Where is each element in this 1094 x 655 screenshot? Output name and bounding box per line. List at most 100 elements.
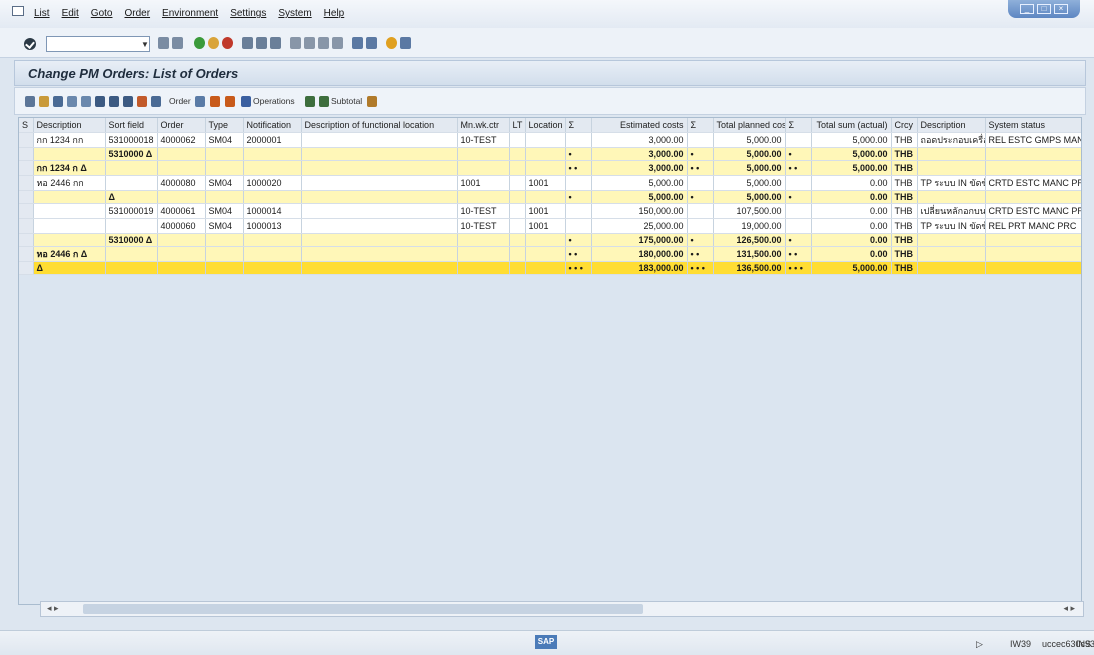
close-icon[interactable]: × (1054, 4, 1068, 14)
last-page-icon[interactable] (332, 37, 343, 49)
find-icon[interactable] (256, 37, 267, 49)
table-cell: REL ESTC GMPS MANC PRC (985, 132, 1081, 148)
enter-icon[interactable] (24, 38, 36, 50)
first-page-icon[interactable] (290, 37, 301, 49)
scrollbar-thumb[interactable] (83, 604, 643, 614)
menu-help[interactable]: Help (324, 8, 345, 19)
table-cell (687, 203, 714, 219)
subtotal-row[interactable]: 5310000 Δ • 175,000.00 • 126,500.00 • 0.00 THB (19, 233, 1081, 247)
order-button[interactable]: Order (169, 95, 191, 108)
scroll-left-icon[interactable]: ◂ ▸ (47, 603, 59, 614)
details-icon[interactable] (25, 96, 35, 107)
table-cell: 1001 (457, 175, 510, 191)
column-header[interactable]: Order (157, 118, 206, 133)
back-icon[interactable] (194, 37, 205, 49)
operations-icon[interactable] (241, 96, 251, 107)
sum-icon[interactable] (137, 96, 147, 107)
layout-menu-icon[interactable] (400, 37, 411, 49)
column-header[interactable]: Description (917, 118, 986, 133)
column-header[interactable]: LT (509, 118, 526, 133)
table-cell: 5310000 Δ (105, 233, 158, 247)
column-header[interactable]: Σ (565, 118, 592, 133)
menu-environment[interactable]: Environment (162, 8, 218, 19)
subtotal-row[interactable]: กก 1234 ก Δ • • 3,000.00 • • 5,000.00 • • 5,00… (19, 160, 1081, 176)
subtotal-row[interactable]: หอ 2446 ก Δ • • 180,000.00 • • 131,500.00 • •… (19, 246, 1081, 262)
system-menu-icon[interactable] (12, 6, 24, 16)
total-icon[interactable] (305, 96, 315, 107)
column-header[interactable]: Mn.wk.ctr (457, 118, 510, 133)
operations-button[interactable]: Operations (253, 95, 295, 108)
menu-order[interactable]: Order (124, 8, 150, 19)
status-expand-icon[interactable]: ▷ (976, 639, 983, 650)
print-icon[interactable] (242, 37, 253, 49)
column-header[interactable]: Notification (243, 118, 302, 133)
save-icon[interactable] (172, 37, 183, 49)
command-field[interactable] (46, 36, 150, 52)
column-header[interactable]: Description of functional location (301, 118, 458, 133)
table-row[interactable]: 4000060 SM04 1000013 10-TEST 1001 25,000.00 19… (19, 218, 1081, 234)
column-header[interactable]: Σ (785, 118, 812, 133)
column-header[interactable]: Σ (687, 118, 714, 133)
column-header[interactable]: Crcy (891, 118, 918, 133)
column-header[interactable]: Total sum (actual) (811, 118, 892, 133)
menu-list[interactable]: List (34, 8, 50, 19)
find-next-icon[interactable] (270, 37, 281, 49)
sort-descending-icon[interactable] (109, 96, 119, 107)
column-header[interactable]: S (19, 118, 34, 133)
menu-edit[interactable]: Edit (62, 8, 79, 19)
exit-icon[interactable] (208, 37, 219, 49)
command-dropdown-icon[interactable]: ▼ (141, 40, 149, 49)
previous-page-icon[interactable] (304, 37, 315, 49)
column-header[interactable]: Description (33, 118, 106, 133)
transaction-code[interactable]: IW39 (1010, 639, 1031, 649)
cancel-icon[interactable] (222, 37, 233, 49)
table-cell: 107,500.00 (713, 203, 786, 219)
column-header[interactable]: Sort field (105, 118, 158, 133)
table-cell (509, 246, 526, 262)
subtotal-icon[interactable] (319, 96, 329, 107)
subtotal-row[interactable]: 5310000 Δ • 3,000.00 • 5,000.00 • 5,000.00 THB (19, 147, 1081, 161)
table-cell (785, 132, 812, 148)
menu-settings[interactable]: Settings (230, 8, 266, 19)
table-row[interactable]: กก 1234 กก 531000018 4000062 SM04 2000001 10-… (19, 132, 1081, 148)
menu-system[interactable]: System (278, 8, 311, 19)
refresh-icon[interactable] (53, 96, 63, 107)
display-order-icon[interactable] (195, 96, 205, 107)
filter-icon[interactable] (123, 96, 133, 107)
total-row[interactable]: Δ • • • 183,000.00 • • • 136,500.00 • • • 5,00… (19, 261, 1081, 275)
back-arrow-icon[interactable] (158, 37, 169, 49)
next-page-icon[interactable] (318, 37, 329, 49)
table-row[interactable]: 531000019 4000061 SM04 1000014 10-TEST 1001 15… (19, 203, 1081, 219)
table-cell: • • • (565, 261, 592, 275)
table-cell (917, 190, 986, 204)
column-header[interactable]: Location (525, 118, 566, 133)
layout-icon[interactable] (151, 96, 161, 107)
shortcut-icon[interactable] (366, 37, 377, 49)
select-all-icon[interactable] (67, 96, 77, 107)
table-cell: • • (687, 160, 714, 176)
export-icon[interactable] (367, 96, 377, 107)
help-icon[interactable] (386, 37, 397, 49)
edit-icon[interactable] (39, 96, 49, 107)
table-row[interactable]: หอ 2446 กก 4000080 SM04 1000020 1001 1001 5,00… (19, 175, 1081, 191)
horizontal-scrollbar[interactable]: ◂ ▸ ◂ ▸ (40, 601, 1084, 617)
table-cell (301, 203, 458, 219)
new-session-icon[interactable] (352, 37, 363, 49)
column-header[interactable]: Total planned costs (713, 118, 786, 133)
subtotal-row[interactable]: Δ • 5,000.00 • 5,000.00 • 0.00 THB (19, 190, 1081, 204)
table-cell (985, 233, 1081, 247)
maximize-icon[interactable]: □ (1037, 4, 1051, 14)
column-header[interactable]: Type (205, 118, 244, 133)
menu-goto[interactable]: Goto (91, 8, 113, 19)
release-flag-icon[interactable] (210, 96, 220, 107)
deselect-icon[interactable] (81, 96, 91, 107)
table-cell (985, 261, 1081, 275)
complete-flag-icon[interactable] (225, 96, 235, 107)
column-header[interactable]: System status (985, 118, 1081, 133)
column-header[interactable]: Estimated costs (591, 118, 688, 133)
sort-ascending-icon[interactable] (95, 96, 105, 107)
subtotal-button[interactable]: Subtotal (331, 95, 362, 108)
scroll-right-icon[interactable]: ◂ ▸ (1063, 603, 1075, 614)
table-cell (785, 218, 812, 234)
minimize-icon[interactable]: _ (1020, 4, 1034, 14)
